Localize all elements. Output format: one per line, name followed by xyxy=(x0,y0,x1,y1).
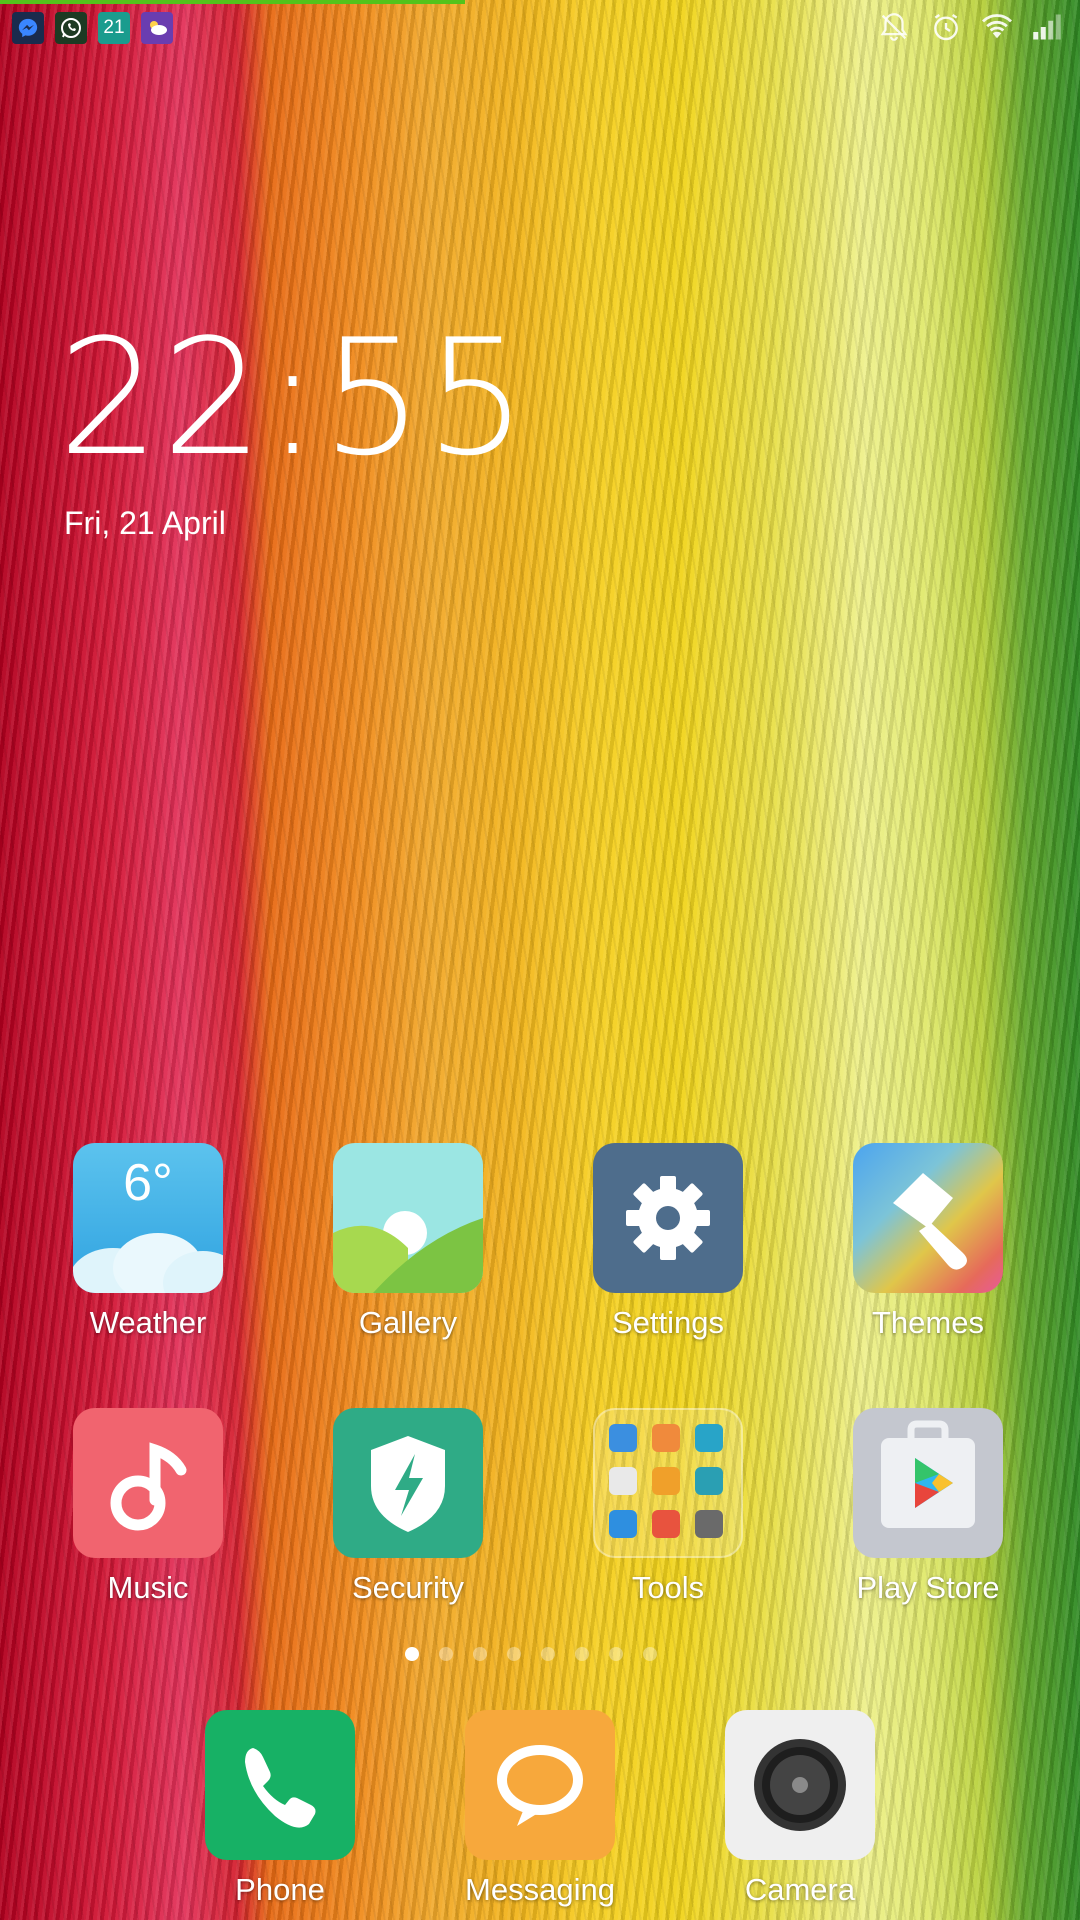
app-label-music: Music xyxy=(107,1570,189,1605)
app-label-security: Security xyxy=(352,1570,464,1605)
page-dot[interactable] xyxy=(473,1647,487,1661)
contacts-icon xyxy=(609,1424,637,1452)
folder-icon xyxy=(593,1408,743,1558)
page-dot[interactable] xyxy=(405,1647,419,1661)
page-dot[interactable] xyxy=(643,1647,657,1661)
wallpaper xyxy=(0,0,1080,1920)
clock-icon xyxy=(695,1424,723,1452)
page-dot[interactable] xyxy=(541,1647,555,1661)
app-label-themes: Themes xyxy=(872,1305,984,1340)
page-dot[interactable] xyxy=(507,1647,521,1661)
fox-icon xyxy=(652,1467,680,1495)
play-store-icon xyxy=(853,1408,1003,1558)
dock-label-camera: Camera xyxy=(744,1872,856,1907)
app-tools-folder[interactable]: Tools xyxy=(568,1408,768,1606)
app-security[interactable]: Security xyxy=(308,1408,508,1606)
page-dot[interactable] xyxy=(439,1647,453,1661)
notes-icon xyxy=(652,1424,680,1452)
app-label-settings: Settings xyxy=(611,1305,724,1340)
paintbrush-icon xyxy=(853,1143,1003,1293)
page-indicator xyxy=(405,1647,657,1661)
chat-bubble-icon xyxy=(465,1710,615,1860)
app-themes[interactable]: Themes xyxy=(828,1143,1028,1341)
dock-label-messaging: Messaging xyxy=(465,1872,615,1907)
app-label-weather: Weather xyxy=(89,1305,207,1340)
clock-date[interactable]: Fri, 21 April xyxy=(64,505,226,542)
app-play-store[interactable]: Play Store xyxy=(828,1408,1028,1606)
gear-icon xyxy=(593,1143,743,1293)
music-note-icon xyxy=(73,1408,223,1558)
page-dot[interactable] xyxy=(609,1647,623,1661)
app-label-tools: Tools xyxy=(631,1570,705,1605)
weather-icon: 6° xyxy=(73,1143,223,1293)
dock-label-phone: Phone xyxy=(235,1872,325,1907)
clock-time[interactable]: 22:55 xyxy=(58,318,529,478)
signal-icon xyxy=(1032,13,1062,41)
system-icons xyxy=(876,10,1062,44)
silent-icon xyxy=(876,10,912,44)
dock-camera[interactable]: Camera xyxy=(700,1710,900,1908)
compass-icon xyxy=(695,1467,723,1495)
page-dot[interactable] xyxy=(575,1647,589,1661)
messenger-icon[interactable] xyxy=(12,12,44,44)
status-bar: 21 xyxy=(0,0,1080,54)
app-label-gallery: Gallery xyxy=(358,1305,458,1340)
calendar-icon[interactable]: 21 xyxy=(98,12,130,44)
file-manager-icon xyxy=(695,1510,723,1538)
app-weather[interactable]: 6° Weather xyxy=(48,1143,248,1341)
app-label-play-store: Play Store xyxy=(856,1570,1000,1605)
whatsapp-icon[interactable] xyxy=(55,12,87,44)
app-settings[interactable]: Settings xyxy=(568,1143,768,1341)
upload-icon xyxy=(609,1510,637,1538)
dock-phone[interactable]: Phone xyxy=(180,1710,380,1908)
wifi-icon xyxy=(980,13,1014,41)
recorder-icon xyxy=(652,1510,680,1538)
weather-notification-icon[interactable] xyxy=(141,12,173,44)
alarm-icon xyxy=(930,11,962,43)
app-music[interactable]: Music xyxy=(48,1408,248,1606)
notification-icons: 21 xyxy=(12,12,173,44)
mail-icon xyxy=(609,1467,637,1495)
phone-icon xyxy=(205,1710,355,1860)
app-gallery[interactable]: Gallery xyxy=(308,1143,508,1341)
dock-messaging[interactable]: Messaging xyxy=(440,1710,640,1908)
shield-icon xyxy=(333,1408,483,1558)
gallery-icon xyxy=(333,1143,483,1293)
camera-icon xyxy=(725,1710,875,1860)
